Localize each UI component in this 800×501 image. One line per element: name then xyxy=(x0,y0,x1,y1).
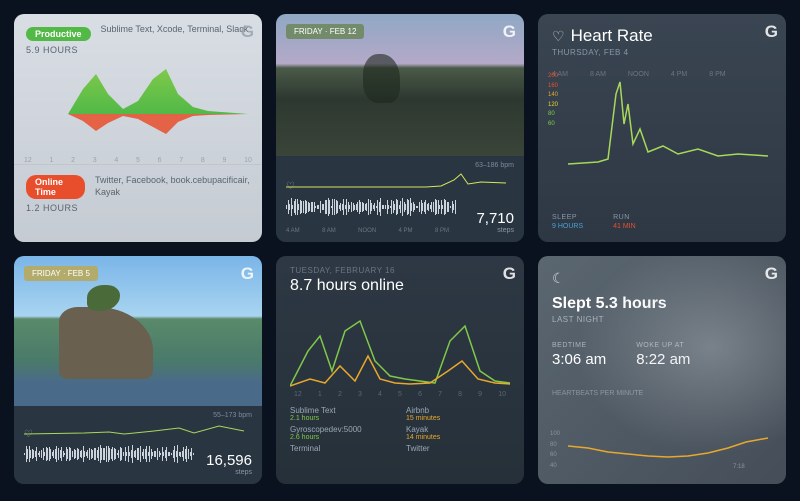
logo-icon: G xyxy=(503,264,516,284)
chart-axis: 1212345678910 xyxy=(290,391,510,398)
card-subtitle: LAST NIGHT xyxy=(552,315,772,324)
day-summary-feb5[interactable]: FRIDAY · FEB 5 G 55–173 bpm ♡ 16,596step… xyxy=(14,256,262,484)
productive-hours: 5.9 HOURS xyxy=(26,45,91,55)
heartrate-sparkline xyxy=(286,172,506,192)
step-wave xyxy=(286,196,456,218)
card-title: Slept 5.3 hours xyxy=(552,295,772,313)
step-label: steps xyxy=(206,469,252,476)
step-count: 7,710 xyxy=(476,210,514,227)
bpm-range: 63–186 bpm xyxy=(286,162,514,169)
step-label: steps xyxy=(476,227,514,234)
svg-text:7:18: 7:18 xyxy=(733,464,745,470)
heart-icon: ♡ xyxy=(552,28,565,44)
y-axis-labels: 2001601401208060 xyxy=(548,72,558,130)
card-subtitle: THURSDAY, FEB 4 xyxy=(552,48,772,57)
moon-icon: ☾ xyxy=(552,270,772,287)
online-badge: Online Time xyxy=(26,175,85,199)
woke-block: WOKE UP AT8:22 am xyxy=(636,342,690,368)
productive-card[interactable]: G Productive 5.9 HOURS Sublime Text, Xco… xyxy=(14,14,262,242)
bedtime-block: BEDTIME3:06 am xyxy=(552,342,606,368)
productivity-chart xyxy=(14,59,262,154)
step-wave xyxy=(24,444,194,464)
step-count: 16,596 xyxy=(206,452,252,469)
date-badge: FRIDAY · FEB 12 xyxy=(286,24,364,39)
sleep-card[interactable]: G ☾ Slept 5.3 hours LAST NIGHT BEDTIME3:… xyxy=(538,256,786,484)
run-tag: RUN41 MIN xyxy=(613,214,636,230)
heartrate-sparkline xyxy=(24,422,244,440)
logo-icon: G xyxy=(765,264,778,284)
heart-rate-card[interactable]: G ♡Heart Rate THURSDAY, FEB 4 4 AM8 AMNO… xyxy=(538,14,786,242)
online-hours: 1.2 HOURS xyxy=(26,203,85,213)
bpm-range: 55–173 bpm xyxy=(24,412,252,419)
y-axis-labels: 100806040 xyxy=(550,429,560,472)
sleep-tag: SLEEP9 HOURS xyxy=(552,214,583,230)
productive-badge: Productive xyxy=(26,27,91,41)
heartbeats-label: HEARTBEATS PER MINUTE xyxy=(552,390,772,397)
heartbeat-chart: 7:18 xyxy=(568,428,768,470)
logo-icon: G xyxy=(765,22,778,42)
online-hours-card[interactable]: G TUESDAY, FEBRUARY 16 8.7 hours online … xyxy=(276,256,524,484)
date-badge: FRIDAY · FEB 5 xyxy=(24,266,98,281)
card-subtitle: TUESDAY, FEBRUARY 16 xyxy=(290,266,510,275)
logo-icon: G xyxy=(503,22,516,42)
chart-axis: 1212345678910 xyxy=(14,157,262,164)
time-axis: 4 AM8 AMNOON4 PM8 PM xyxy=(286,228,449,234)
usage-chart xyxy=(290,301,510,391)
card-title: 8.7 hours online xyxy=(290,277,510,295)
logo-icon: G xyxy=(241,22,254,42)
heartrate-chart xyxy=(568,74,768,174)
online-apps: Twitter, Facebook, book.cebupacificair, … xyxy=(95,175,250,198)
productive-apps: Sublime Text, Xcode, Terminal, Slack xyxy=(101,24,249,36)
card-title: Heart Rate xyxy=(571,26,653,45)
logo-icon: G xyxy=(241,264,254,284)
app-list: Sublime Text2.1 hoursAirbnb15 minutesGyr… xyxy=(290,406,510,453)
day-summary-feb12[interactable]: FRIDAY · FEB 12 G 63–186 bpm ♡ 4 AM8 AMN… xyxy=(276,14,524,242)
